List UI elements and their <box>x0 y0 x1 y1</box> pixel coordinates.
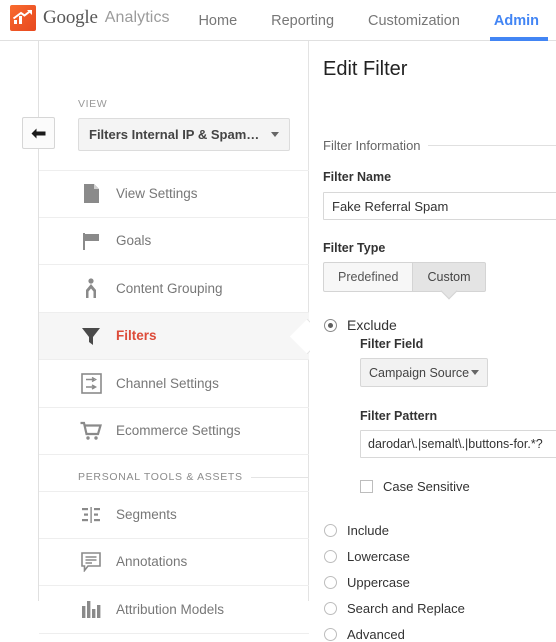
radio-include[interactable]: Include <box>324 523 389 538</box>
section-title: PERSONAL TOOLS & ASSETS <box>78 471 243 483</box>
radio-lowercase[interactable]: Lowercase <box>324 549 410 564</box>
sidebar-item-channel-settings[interactable]: Channel Settings <box>39 360 309 408</box>
sidebar-item-label: Ecommerce Settings <box>116 423 241 439</box>
sidebar-item-label: Channel Settings <box>116 375 219 391</box>
page-title: Edit Filter <box>323 58 408 80</box>
funnel-icon <box>78 323 104 349</box>
filter-information-legend: Filter Information <box>323 138 556 153</box>
filter-type-tabs: Predefined Custom <box>323 262 486 292</box>
personal-tools-menu: Segments Annotations Attribution Models <box>39 491 309 634</box>
radio-exclude[interactable]: Exclude <box>324 317 397 333</box>
radio-indicator <box>324 576 337 589</box>
legend-label: Filter Information <box>323 138 421 153</box>
sidebar-item-label: Attribution Models <box>116 601 225 617</box>
sidebar-item-content-grouping[interactable]: Content Grouping <box>39 265 309 313</box>
radio-label: Lowercase <box>347 549 410 564</box>
sidebar-item-filters[interactable]: Filters <box>39 312 309 360</box>
segments-icon <box>78 502 104 528</box>
chevron-down-icon <box>471 370 479 375</box>
sidebar-item-label: View Settings <box>116 186 198 202</box>
content-grouping-icon <box>78 275 104 301</box>
view-select-value: Filters Internal IP & Spam… <box>89 127 260 142</box>
filter-type-label: Filter Type <box>323 241 386 255</box>
filter-pattern-input[interactable] <box>360 430 556 458</box>
edit-filter-panel: Edit Filter Filter Information Filter Na… <box>310 41 556 642</box>
main-nav: Home Reporting Customization Admin <box>181 0 556 41</box>
nav-item-reporting[interactable]: Reporting <box>254 0 351 41</box>
radio-label: Uppercase <box>347 575 410 590</box>
radio-indicator <box>324 550 337 563</box>
admin-sidebar: VIEW Filters Internal IP & Spam… View Se… <box>0 41 309 634</box>
radio-indicator <box>324 318 337 332</box>
radio-indicator <box>324 524 337 537</box>
sidebar-item-goals[interactable]: Goals <box>39 218 309 265</box>
filter-field-label: Filter Field <box>360 337 424 351</box>
filter-name-input[interactable] <box>323 192 556 220</box>
flag-icon <box>78 228 104 254</box>
radio-uppercase[interactable]: Uppercase <box>324 575 410 590</box>
sidebar-item-label: Annotations <box>116 554 188 570</box>
sidebar-item-label: Filters <box>116 328 157 344</box>
sidebar-item-label: Goals <box>116 233 152 249</box>
back-button[interactable] <box>22 117 55 149</box>
radio-search-and-replace[interactable]: Search and Replace <box>324 601 465 616</box>
radio-advanced[interactable]: Advanced <box>324 627 405 642</box>
nav-item-customization[interactable]: Customization <box>351 0 477 41</box>
brand-logo[interactable]: Google Analytics <box>10 5 170 31</box>
radio-label: Search and Replace <box>347 601 465 616</box>
view-label: VIEW <box>78 98 108 110</box>
divider <box>250 476 309 478</box>
sidebar-item-segments[interactable]: Segments <box>39 491 309 539</box>
tab-predefined[interactable]: Predefined <box>323 262 414 292</box>
radio-indicator <box>324 602 337 615</box>
admin-menu: View Settings Goals Content Grouping Fil… <box>39 170 309 455</box>
sidebar-item-annotations[interactable]: Annotations <box>39 539 309 586</box>
radio-label: Exclude <box>347 317 397 333</box>
top-bar: Google Analytics Home Reporting Customiz… <box>0 0 556 41</box>
brand-analytics-text: Analytics <box>104 9 170 26</box>
channel-settings-icon <box>78 370 104 396</box>
radio-label: Advanced <box>347 627 405 642</box>
nav-item-home[interactable]: Home <box>181 0 254 41</box>
checkbox-indicator <box>360 480 373 493</box>
cart-icon <box>78 418 104 444</box>
sidebar-item-attribution-models[interactable]: Attribution Models <box>39 586 309 634</box>
radio-indicator <box>324 628 337 641</box>
filter-name-label: Filter Name <box>323 170 392 184</box>
attribution-icon <box>78 596 104 622</box>
nav-item-admin[interactable]: Admin <box>477 0 556 41</box>
radio-label: Include <box>347 523 389 538</box>
sidebar-item-label: Content Grouping <box>116 280 223 296</box>
page-icon <box>78 181 104 207</box>
sidebar-item-view-settings[interactable]: View Settings <box>39 170 309 218</box>
filter-field-select[interactable]: Campaign Source <box>360 358 488 387</box>
chevron-down-icon <box>271 132 279 137</box>
personal-tools-section-header: PERSONAL TOOLS & ASSETS <box>78 467 309 487</box>
google-analytics-icon <box>10 5 36 31</box>
back-arrow-icon <box>31 128 46 138</box>
annotations-icon <box>78 549 104 575</box>
tab-custom[interactable]: Custom <box>413 262 486 292</box>
sidebar-item-label: Segments <box>116 507 177 523</box>
view-select[interactable]: Filters Internal IP & Spam… <box>78 118 290 151</box>
filter-pattern-label: Filter Pattern <box>360 409 438 423</box>
case-sensitive-label: Case Sensitive <box>383 479 470 494</box>
sidebar-item-ecommerce-settings[interactable]: Ecommerce Settings <box>39 408 309 455</box>
case-sensitive-checkbox[interactable]: Case Sensitive <box>360 479 470 494</box>
filter-field-value: Campaign Source <box>369 365 470 380</box>
divider <box>427 145 556 146</box>
brand-google-text: Google <box>43 7 98 28</box>
